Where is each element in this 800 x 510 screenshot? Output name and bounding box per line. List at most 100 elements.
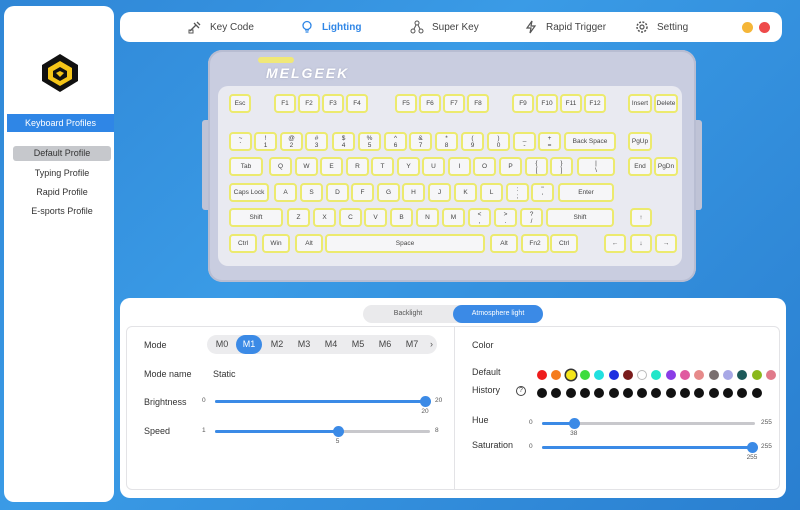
history-swatch[interactable] [708,388,719,398]
key[interactable]: Caps Lock [229,183,269,202]
key[interactable]: Alt [490,234,518,253]
key[interactable]: PgDn [654,157,678,176]
key[interactable]: K [454,183,477,202]
history-swatch[interactable] [651,388,662,398]
color-swatch[interactable] [751,370,762,380]
key[interactable]: F3 [322,94,344,113]
hue-slider[interactable]: 38 [542,413,755,437]
tab-backlight[interactable]: Backlight [363,305,453,323]
key[interactable]: V [364,208,387,227]
key[interactable]: Shift [546,208,614,227]
mode-m6[interactable]: M6 [372,335,398,354]
color-swatch[interactable] [622,370,633,380]
key[interactable]: _ - [513,132,536,151]
history-swatch[interactable] [622,388,633,398]
key[interactable]: } ] [550,157,573,176]
key[interactable]: " ' [531,183,554,202]
key[interactable]: ↑ [630,208,652,227]
history-swatch[interactable] [694,388,705,398]
key[interactable]: F8 [467,94,489,113]
profile-esports[interactable]: E-sports Profile [13,204,111,219]
key[interactable]: Esc [229,94,251,113]
color-swatch[interactable] [608,370,619,380]
key[interactable]: Z [287,208,310,227]
key[interactable]: F5 [395,94,417,113]
color-swatch[interactable] [637,370,648,380]
key[interactable]: F [351,183,374,202]
color-swatch[interactable] [680,370,690,380]
history-swatch[interactable] [722,388,733,398]
color-swatch[interactable] [537,370,547,380]
key[interactable]: F2 [298,94,320,113]
mode-m2[interactable]: M2 [264,335,290,354]
key[interactable]: Y [397,157,420,176]
key[interactable]: N [416,208,439,227]
key[interactable]: Tab [229,157,263,176]
mode-m3[interactable]: M3 [291,335,317,354]
key[interactable]: W [295,157,318,176]
key[interactable]: ↓ [630,234,652,253]
key[interactable]: F6 [419,94,441,113]
speed-slider[interactable]: 5 [215,421,430,445]
history-swatch[interactable] [551,388,562,398]
key[interactable]: ) 0 [487,132,510,151]
color-swatch[interactable] [765,370,776,380]
key[interactable]: F9 [512,94,534,113]
color-swatch[interactable] [694,370,705,380]
key[interactable]: Fn2 [521,234,549,253]
key[interactable]: A [274,183,297,202]
key[interactable]: T [371,157,394,176]
color-swatch[interactable] [594,370,605,380]
profile-typing[interactable]: Typing Profile [13,166,111,181]
history-swatch[interactable] [751,388,762,398]
nav-super-key[interactable]: Super Key [410,12,479,42]
key[interactable]: F11 [560,94,582,113]
key[interactable]: Q [269,157,292,176]
key[interactable]: ( 9 [461,132,484,151]
key[interactable]: * 8 [435,132,458,151]
color-swatch[interactable] [579,370,590,380]
slider-thumb[interactable] [747,442,758,453]
profile-rapid[interactable]: Rapid Profile [13,185,111,200]
key[interactable]: | \ [577,157,615,176]
key[interactable]: U [422,157,445,176]
key[interactable]: X [313,208,336,227]
key[interactable]: Alt [295,234,323,253]
color-swatch[interactable] [565,370,576,380]
key[interactable]: D [326,183,349,202]
key[interactable]: S [300,183,323,202]
key[interactable]: O [473,157,496,176]
key[interactable]: Shift [229,208,283,227]
history-swatch[interactable] [565,388,576,398]
key[interactable]: ~ ` [229,132,252,151]
slider-thumb[interactable] [420,396,431,407]
key[interactable]: { [ [525,157,548,176]
mode-m1[interactable]: M1 [236,335,262,354]
key[interactable]: ^ 6 [384,132,407,151]
key[interactable]: & 7 [409,132,432,151]
mode-m4[interactable]: M4 [318,335,344,354]
history-swatch[interactable] [637,388,648,398]
key[interactable]: ! 1 [254,132,277,151]
history-swatch[interactable] [537,388,547,398]
key[interactable]: H [402,183,425,202]
key[interactable]: ? / [520,208,543,227]
key-end[interactable]: End [628,157,652,176]
key[interactable]: Space [325,234,485,253]
key[interactable]: Enter [558,183,614,202]
key[interactable]: F10 [536,94,558,113]
minimize-button[interactable] [742,22,753,33]
key[interactable]: C [339,208,362,227]
saturation-slider[interactable]: 255 [542,437,758,461]
key[interactable]: $ 4 [332,132,355,151]
slider-thumb[interactable] [332,426,344,437]
color-swatch[interactable] [551,370,562,380]
history-swatch[interactable] [579,388,590,398]
key[interactable]: E [320,157,343,176]
nav-setting[interactable]: Setting [635,12,688,42]
brightness-slider[interactable]: 20 [215,391,431,415]
mode-m7[interactable]: M7 [399,335,425,354]
history-swatch[interactable] [608,388,619,398]
profile-default[interactable]: Default Profile [13,146,111,161]
close-button[interactable] [759,22,770,33]
